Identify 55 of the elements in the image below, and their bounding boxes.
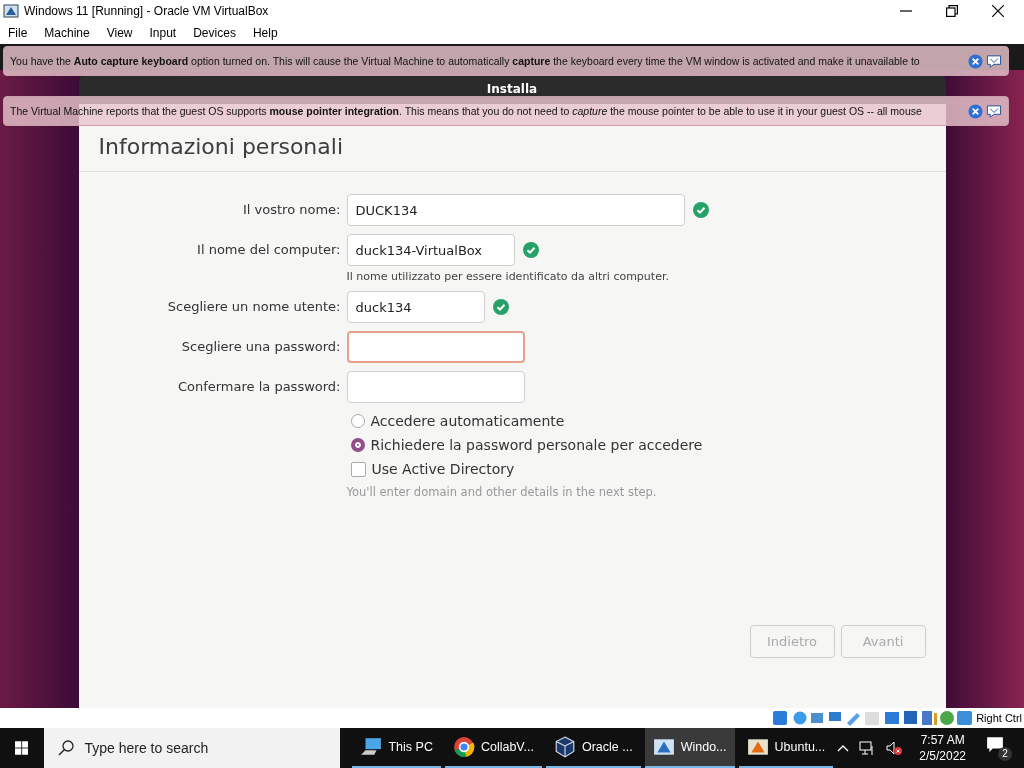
dialog-title: Installa	[486, 82, 538, 96]
radio-label[interactable]: Richiedere la password personale per accedere	[370, 437, 703, 453]
virtualbox-icon	[3, 3, 19, 19]
browser-icon	[452, 736, 475, 758]
speech-bubble-icon[interactable]	[986, 103, 1002, 119]
muted-speaker-icon[interactable]	[885, 740, 904, 756]
radio-button[interactable]	[350, 414, 365, 428]
radio-button[interactable]	[350, 438, 365, 452]
taskbar-search-field[interactable]: Type here to search	[44, 728, 341, 768]
field-label: Scegliere un nome utente:	[166, 298, 342, 314]
text-field[interactable]	[346, 371, 525, 403]
taskbar-app[interactable]: Windo...	[644, 728, 735, 768]
window-screen-icon	[746, 736, 769, 758]
menu-item[interactable]: Devices	[193, 26, 236, 40]
field-label: Il nome del computer:	[196, 241, 342, 257]
menu-item[interactable]: Input	[149, 26, 177, 40]
field-hint: Il nome utilizzato per essere identificato da altri computer.	[346, 270, 669, 283]
menu-item[interactable]: File	[8, 26, 28, 40]
radio-label[interactable]: Accedere automaticamente	[370, 413, 565, 429]
taskbar-app[interactable]: This PC	[352, 728, 441, 768]
computer-icon	[360, 736, 383, 758]
search-icon	[58, 740, 75, 756]
checkbox[interactable]	[350, 461, 366, 477]
menu-item[interactable]: View	[106, 26, 133, 40]
taskbar-app[interactable]: CollabV...	[444, 728, 542, 768]
restore-icon[interactable]	[946, 5, 958, 17]
notifications-button[interactable]: 2	[986, 735, 1012, 761]
notification-text: You have the Auto capture keyboard option turned on. This will cause the Virtual Machine to automatically capture the keyboard every time the VM window is activated and make it unavailable to	[10, 55, 920, 67]
text-field[interactable]: duck134	[346, 291, 485, 323]
notification-count: 2	[998, 747, 1012, 761]
message-icon	[986, 735, 1004, 753]
text-field[interactable]: DUCK134	[346, 194, 685, 226]
network-icon[interactable]	[859, 740, 876, 756]
menu-item[interactable]: Help	[252, 26, 278, 40]
taskbar-app[interactable]: Ubuntu...	[738, 728, 834, 768]
window-screen-icon	[652, 736, 675, 758]
field-label: Il vostro nome:	[242, 201, 342, 217]
close-icon[interactable]	[992, 5, 1004, 17]
field-label: Scegliere una password:	[180, 338, 342, 354]
text-field[interactable]	[346, 331, 525, 363]
directory-hint: You'll enter domain and other details in the next step.	[346, 485, 658, 499]
device-icons-drawing[interactable]	[773, 710, 974, 726]
window-title: Windows 11 [Running] - Oracle VM VirtualBox	[24, 4, 269, 18]
text-field[interactable]: duck134-VirtualBox	[346, 234, 515, 266]
chevron-up-icon[interactable]	[837, 744, 850, 752]
taskbar-date[interactable]: 2/5/2022	[919, 748, 966, 764]
start-icon[interactable]	[15, 739, 29, 757]
cube-icon	[553, 736, 576, 758]
speech-bubble-icon[interactable]	[986, 53, 1002, 69]
taskbar-app[interactable]: Oracle ...	[545, 728, 641, 768]
checkbox-label[interactable]: Use Active Directory	[371, 461, 515, 477]
field-label: Confermare la password:	[176, 378, 342, 394]
taskbar-time[interactable]: 7:57 AM	[920, 732, 965, 748]
host-key-label: Right Ctrl	[976, 712, 1022, 724]
menu-item[interactable]: Machine	[44, 26, 90, 40]
